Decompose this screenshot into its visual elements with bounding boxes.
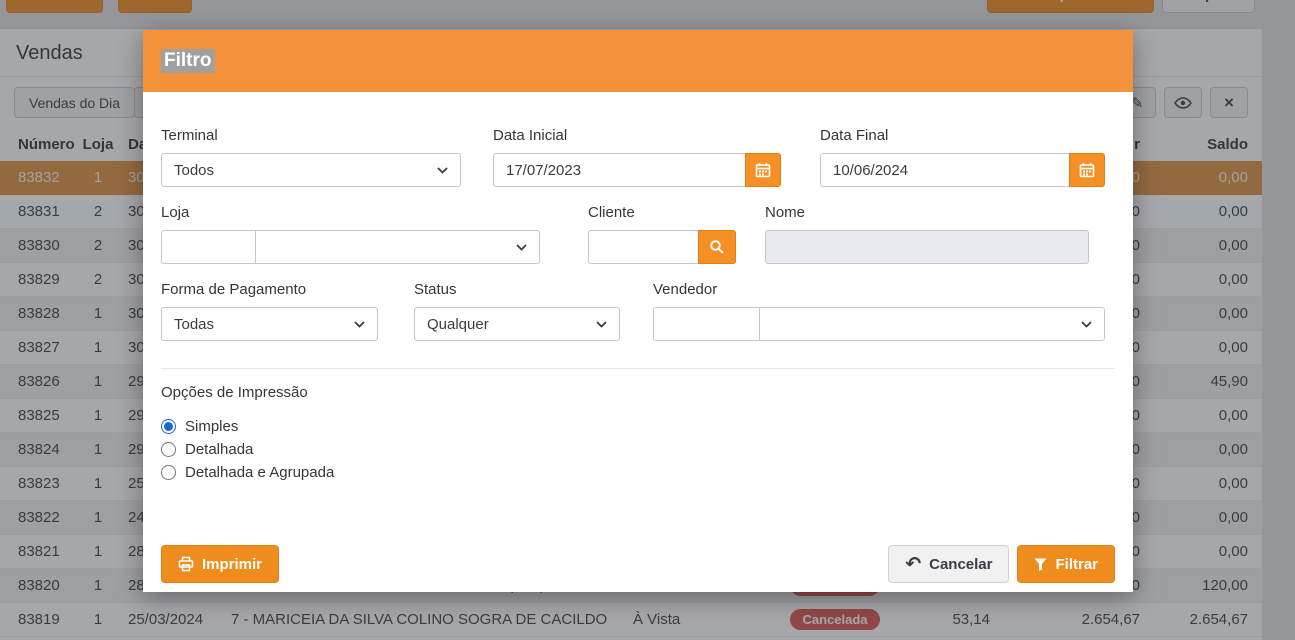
- loja-select[interactable]: [255, 230, 540, 264]
- search-icon: [709, 239, 725, 255]
- loja-label: Loja: [161, 204, 540, 222]
- nome-field: Nome: [765, 204, 1089, 264]
- data-inicial-label: Data Inicial: [493, 127, 781, 145]
- cancelar-button[interactable]: ↶ Cancelar: [888, 545, 1009, 583]
- forma-pagamento-value: Todas: [174, 316, 214, 333]
- data-final-field: Data Final: [820, 127, 1105, 187]
- radio-detalhada-agrupada[interactable]: Detalhada e Agrupada: [161, 462, 334, 483]
- print-options-radios: Simples Detalhada Detalhada e Agrupada: [161, 416, 334, 485]
- status-field: Status Qualquer: [414, 281, 620, 341]
- loja-code-input[interactable]: [161, 230, 256, 264]
- status-label: Status: [414, 281, 620, 299]
- data-final-calendar-button[interactable]: [1069, 153, 1105, 187]
- chevron-down-icon: [437, 167, 448, 174]
- data-inicial-calendar-button[interactable]: [745, 153, 781, 187]
- modal-header: Filtro: [143, 30, 1133, 92]
- calendar-icon: [755, 162, 771, 178]
- chevron-down-icon: [516, 244, 527, 251]
- undo-icon: ↶: [905, 555, 921, 574]
- forma-pagamento-select[interactable]: Todas: [161, 307, 378, 341]
- chevron-down-icon: [354, 321, 365, 328]
- cliente-input[interactable]: [588, 230, 699, 264]
- chevron-down-icon: [1081, 321, 1092, 328]
- cliente-search-button[interactable]: [698, 230, 736, 264]
- vendedor-label: Vendedor: [653, 281, 1105, 299]
- data-final-input[interactable]: [820, 153, 1070, 187]
- print-options-title: Opções de Impressão: [161, 384, 308, 401]
- imprimir-button[interactable]: Imprimir: [161, 545, 279, 583]
- radio-simples-input[interactable]: [161, 419, 176, 434]
- radio-detalhada-agrupada-input[interactable]: [161, 465, 176, 480]
- cliente-field: Cliente: [588, 204, 736, 264]
- printer-icon: [178, 556, 194, 572]
- data-inicial-input[interactable]: [493, 153, 746, 187]
- terminal-select[interactable]: Todos: [161, 153, 461, 187]
- radio-detalhada-input[interactable]: [161, 442, 176, 457]
- vendedor-select[interactable]: [759, 307, 1105, 341]
- loja-field: Loja: [161, 204, 540, 264]
- filtrar-button[interactable]: Filtrar: [1017, 545, 1115, 583]
- filtro-modal: Filtro Terminal Todos Data Inicial Data …: [143, 30, 1133, 592]
- modal-title: Filtro: [161, 49, 215, 73]
- status-select[interactable]: Qualquer: [414, 307, 620, 341]
- section-divider: [161, 368, 1115, 369]
- terminal-label: Terminal: [161, 127, 461, 145]
- data-final-label: Data Final: [820, 127, 1105, 145]
- chevron-down-icon: [596, 321, 607, 328]
- calendar-icon: [1079, 162, 1095, 178]
- data-inicial-field: Data Inicial: [493, 127, 781, 187]
- vendedor-code-input[interactable]: [653, 307, 760, 341]
- filter-funnel-icon: [1034, 558, 1047, 571]
- forma-pagamento-field: Forma de Pagamento Todas: [161, 281, 378, 341]
- cliente-label: Cliente: [588, 204, 736, 222]
- terminal-field: Terminal Todos: [161, 127, 461, 187]
- radio-detalhada[interactable]: Detalhada: [161, 439, 334, 460]
- forma-pagamento-label: Forma de Pagamento: [161, 281, 378, 299]
- status-value: Qualquer: [427, 316, 489, 333]
- nome-input: [765, 230, 1089, 264]
- terminal-value: Todos: [174, 162, 214, 179]
- nome-label: Nome: [765, 204, 1089, 222]
- vendedor-field: Vendedor: [653, 281, 1105, 341]
- radio-simples[interactable]: Simples: [161, 416, 334, 437]
- print-options-section: Opções de Impressão: [161, 384, 308, 401]
